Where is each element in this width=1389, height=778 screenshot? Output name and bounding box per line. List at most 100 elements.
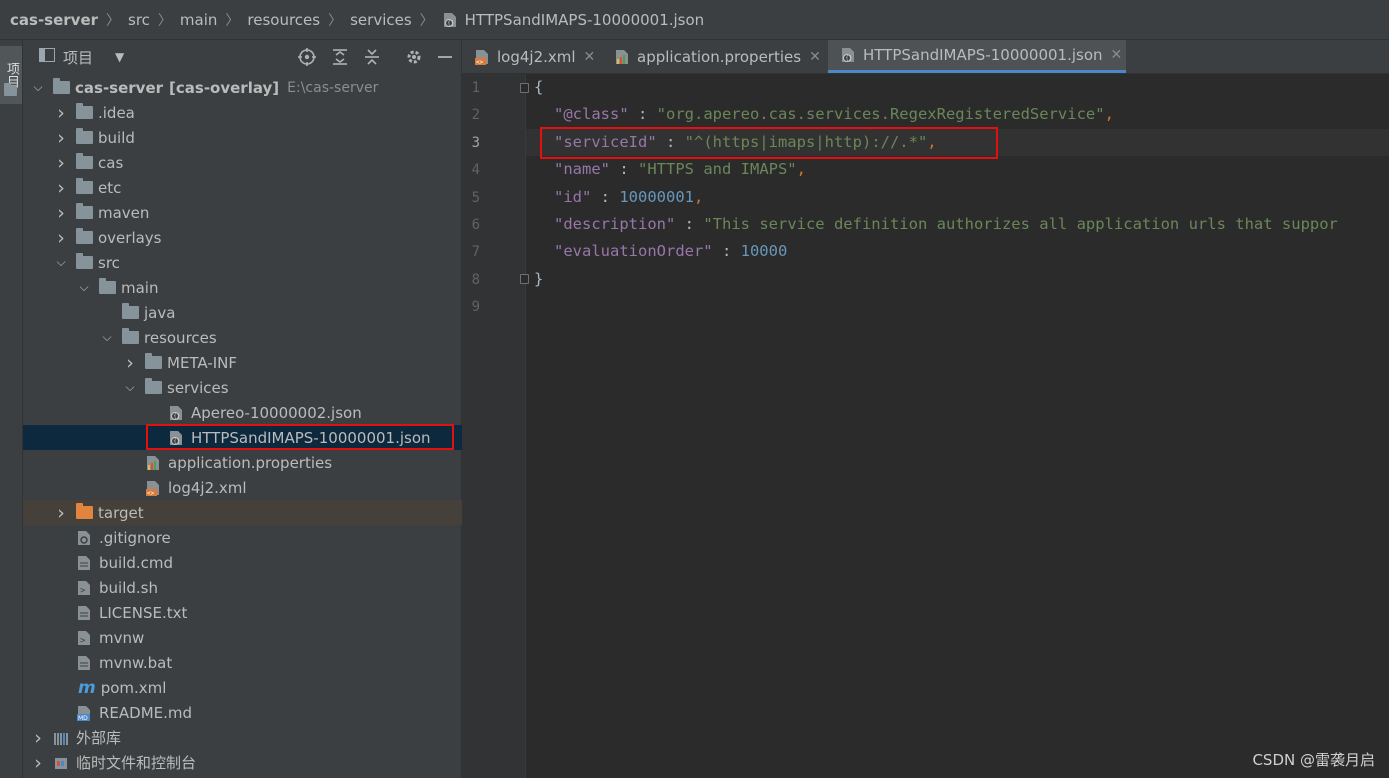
tree-item[interactable]: MD README.md <box>23 700 493 725</box>
close-icon[interactable]: ✕ <box>809 49 821 65</box>
chevron-right-icon[interactable]: › <box>124 352 136 374</box>
project-panel: 项目 ▼ ⌵ cas-server [cas-overlay] E:\cas-serv… <box>23 40 585 778</box>
tree-item-label: build.cmd <box>99 553 174 572</box>
breadcrumb-label: src <box>128 10 150 29</box>
tree-item[interactable]: › 外部库 <box>23 725 470 750</box>
tree-item[interactable]: › etc <box>23 175 493 200</box>
tree-item[interactable]: › target <box>23 500 493 525</box>
close-icon[interactable]: ✕ <box>1111 47 1123 63</box>
tree-item-label: src <box>98 253 120 272</box>
json-colon: : <box>628 105 657 124</box>
tree-item-label: maven <box>98 203 150 222</box>
tree-item[interactable]: > mvnw <box>23 625 493 650</box>
breadcrumb: cas-server 〉 src 〉 main 〉 resources 〉 services 〉 {… <box>0 0 1389 40</box>
breadcrumb-label: services <box>350 10 412 29</box>
tree-item-label: target <box>98 503 144 522</box>
chevron-right-icon[interactable]: › <box>32 727 44 749</box>
chevron-right-icon[interactable]: › <box>32 752 44 774</box>
json-value: 10000001 <box>619 187 694 206</box>
fold-marker-icon[interactable] <box>520 274 529 284</box>
tree-item-label: application.properties <box>168 453 333 472</box>
json-colon: : <box>712 242 741 261</box>
fold-marker-icon[interactable] <box>520 83 529 93</box>
tree-item-label: cas <box>98 153 124 172</box>
expand-all-icon[interactable] <box>331 48 349 70</box>
json-colon: : <box>675 215 704 233</box>
tree-item-label: 临时文件和控制台 <box>76 754 197 772</box>
chevron-right-icon[interactable]: › <box>55 202 67 224</box>
tree-item-label: build <box>98 128 135 147</box>
json-value: "org.apereo.cas.services.RegexRegistered… <box>656 105 1105 124</box>
tree-item-label: cas-server <box>75 78 164 97</box>
tree-item[interactable]: LICENSE.txt <box>23 600 493 625</box>
folder-icon <box>122 328 139 344</box>
tree-item[interactable]: ⌵ src <box>23 250 493 275</box>
chevron-down-icon[interactable]: ▼ <box>115 50 124 64</box>
tree-item[interactable]: mvnw.bat <box>23 650 493 675</box>
tree-item[interactable]: ⌵ main <box>23 275 516 300</box>
collapse-all-icon[interactable] <box>363 48 381 70</box>
chevron-right-icon[interactable]: › <box>55 152 67 174</box>
tree-item[interactable]: m pom.xml <box>23 675 493 700</box>
tree-item-label: log4j2.xml <box>168 478 247 497</box>
tree-item[interactable]: › build <box>23 125 493 150</box>
locate-icon[interactable] <box>298 48 316 70</box>
tree-item-label: overlays <box>98 228 162 247</box>
tree-item[interactable]: > build.sh <box>23 575 493 600</box>
chevron-right-icon[interactable]: › <box>55 177 67 199</box>
tab-xml-file[interactable]: <> log4j2.xml ✕ <box>462 40 602 73</box>
breadcrumb-item[interactable]: services <box>350 11 412 29</box>
chevron-down-icon[interactable]: ⌵ <box>124 380 136 395</box>
code-line: { <box>534 78 543 96</box>
json-colon: : <box>610 160 638 179</box>
gear-icon[interactable] <box>405 48 423 70</box>
chevron-right-icon[interactable]: › <box>55 102 67 124</box>
tree-item[interactable]: › .idea <box>23 100 493 125</box>
project-panel-title[interactable]: 项目 <box>63 47 93 68</box>
breadcrumb-item[interactable]: cas-server <box>10 11 98 29</box>
editor-tabs: <> log4j2.xml ✕ application.properties ✕ {} HT… <box>462 40 1389 74</box>
breadcrumb-item[interactable]: resources <box>247 11 320 29</box>
tree-item[interactable]: ⌵ cas-server [cas-overlay] E:\cas-server <box>23 75 470 100</box>
chevron-right-icon[interactable]: › <box>55 502 67 524</box>
chevron-down-icon[interactable]: ⌵ <box>55 255 67 270</box>
json-file-icon: {} <box>442 12 460 28</box>
svg-text:{}: {} <box>173 413 180 420</box>
line-number: 4 <box>471 162 480 179</box>
tree-item[interactable]: › 临时文件和控制台 <box>23 750 470 775</box>
folder-icon <box>76 103 93 119</box>
chevron-down-icon[interactable]: ⌵ <box>32 80 44 95</box>
code-line: } <box>534 270 543 288</box>
code-editor[interactable]: 1 2 3 4 5 6 7 8 9 {"@class" : "org.apereo.cas.se… <box>462 74 1389 778</box>
chevron-down-icon[interactable]: ⌵ <box>78 280 90 295</box>
breadcrumb-item[interactable]: src <box>128 11 150 29</box>
json-value: 10000 <box>740 242 788 261</box>
minimize-icon[interactable] <box>437 48 453 70</box>
line-number: 3 <box>471 134 480 151</box>
folder-icon <box>76 228 93 244</box>
breadcrumb-item[interactable]: main <box>180 11 217 29</box>
tree-item[interactable]: .gitignore <box>23 525 493 550</box>
folder-icon <box>4 83 17 96</box>
chevron-right-icon[interactable]: › <box>55 227 67 249</box>
shell-file-icon: > <box>76 630 94 646</box>
tree-item[interactable]: › cas <box>23 150 493 175</box>
tree-item-label: META-INF <box>167 353 238 372</box>
json-value: "HTTPS and IMAPS" <box>638 160 797 179</box>
close-icon[interactable]: ✕ <box>584 49 596 65</box>
tree-item[interactable]: build.cmd <box>23 550 493 575</box>
code-line: "evaluationOrder" : 10000 <box>554 242 787 260</box>
maven-icon: m <box>78 677 96 698</box>
module-name: [cas-overlay] <box>169 78 280 97</box>
chevron-down-icon[interactable]: ⌵ <box>101 330 113 345</box>
breadcrumb-item[interactable]: {} HTTPSandIMAPS-10000001.json <box>442 11 704 29</box>
tree-item[interactable]: › overlays <box>23 225 493 250</box>
scratches-icon <box>53 755 71 771</box>
chevron-right-icon[interactable]: › <box>55 127 67 149</box>
line-number: 2 <box>471 107 480 124</box>
tree-item[interactable]: › maven <box>23 200 493 225</box>
json-key: "id" <box>554 187 592 206</box>
json-file-icon: {} <box>840 47 858 63</box>
tab-properties-file[interactable]: application.properties ✕ <box>602 40 828 73</box>
tab-json-file[interactable]: {} HTTPSandIMAPS-10000001.json ✕ <box>828 40 1126 73</box>
